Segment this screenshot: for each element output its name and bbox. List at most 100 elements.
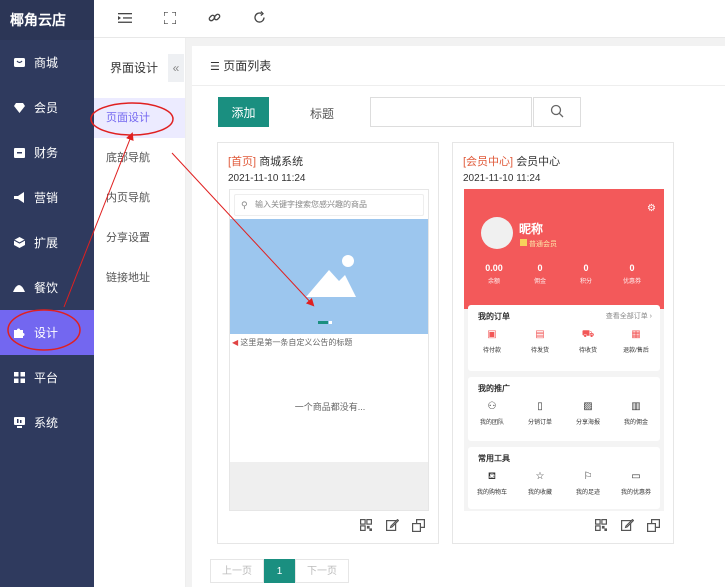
- page-tag: [首页]: [228, 156, 257, 168]
- card-actions: [453, 518, 673, 535]
- link-icon[interactable]: [205, 10, 223, 28]
- promo-orders: ▯ 分销订单: [516, 400, 564, 426]
- page-date: 2021-11-10 11:24: [228, 173, 306, 184]
- nav-label: 会员: [34, 101, 59, 115]
- subnav-collapse-button[interactable]: «: [168, 54, 184, 82]
- tool-favorites: ☆ 我的收藏: [516, 470, 564, 496]
- truck-icon: ⛟: [581, 329, 595, 340]
- subnav-item-inner-nav[interactable]: 内页导航: [94, 178, 185, 218]
- prev-page-button[interactable]: 上一页: [210, 559, 264, 583]
- poster-icon: ▨: [583, 401, 593, 412]
- nav-label: 系统: [34, 416, 59, 430]
- cube-icon: [13, 237, 25, 249]
- nav-item-member[interactable]: 会员: [0, 85, 94, 130]
- gear-icon: ⚙: [647, 203, 656, 214]
- notice-text: 这里是第一条自定义公告的标题: [240, 338, 353, 347]
- stat-commission: 0 佣金: [533, 263, 546, 285]
- top-bar: [94, 0, 725, 38]
- banner-image-placeholder: [230, 219, 428, 334]
- order-unpaid: ▣ 待付款: [468, 328, 516, 354]
- nav-label: 设计: [34, 326, 59, 340]
- promo-team: ⚇ 我的团队: [468, 400, 516, 426]
- ticket-icon: ▭: [631, 471, 641, 482]
- order-unshipped: ▤ 待发货: [516, 328, 564, 354]
- subnav-item-bottom-nav[interactable]: 底部导航: [94, 138, 185, 178]
- empty-goods-text: 一个商品都没有...: [294, 402, 366, 412]
- main-sidebar: 椰角云店 商城 会员 财务 营销 扩展 餐饮 设计 平台 系统: [0, 0, 94, 587]
- subnav-item-link-address[interactable]: 链接地址: [94, 258, 185, 298]
- qrcode-icon[interactable]: [358, 519, 374, 535]
- tools-title: 常用工具: [478, 454, 510, 463]
- speaker-icon: ◀: [232, 338, 239, 347]
- subnav-item-page-design[interactable]: 页面设计: [94, 98, 185, 138]
- design-subnav: 界面设计 页面设计 底部导航 内页导航 分享设置 链接地址: [94, 38, 186, 587]
- vip-badge-icon: [520, 239, 527, 246]
- home-preview: ⚲ 输入关键字搜索您感兴趣的商品 ◀ 这里是第一条自定义公告的标题 一个商品都没…: [229, 189, 429, 511]
- copy-icon[interactable]: [645, 519, 661, 535]
- fullscreen-icon[interactable]: [161, 10, 179, 28]
- orders-block: 我的订单 查看全部订单 › ▣ 待付款 ▤ 待发货 ⛟ 待收货 ▦ 退款/售后: [468, 305, 660, 371]
- preview-search-bar: ⚲ 输入关键字搜索您感兴趣的商品: [234, 194, 424, 216]
- page-card-member-center: [会员中心] 会员中心 2021-11-10 11:24 ⚙ 昵称 普通会员 0…: [452, 142, 674, 544]
- page-list-header: ☰ 页面列表: [192, 46, 725, 86]
- tool-coupons: ▭ 我的优惠券: [612, 470, 660, 496]
- tool-cart: ⛾ 我的购物车: [468, 470, 516, 496]
- tools-block: 常用工具 ⛾ 我的购物车 ☆ 我的收藏 ⚐ 我的足迹 ▭ 我的优惠券: [468, 447, 660, 509]
- pagination: 上一页 1 下一页: [210, 559, 349, 583]
- nav-item-platform[interactable]: 平台: [0, 355, 94, 400]
- nav-label: 商城: [34, 56, 59, 70]
- card-actions: [218, 518, 438, 535]
- promo-poster: ▨ 分享海报: [564, 400, 612, 426]
- nav-item-extension[interactable]: 扩展: [0, 220, 94, 265]
- nav-item-mall[interactable]: 商城: [0, 40, 94, 85]
- nav-label: 营销: [34, 191, 59, 205]
- promo-commission: ▥ 我的佣金: [612, 400, 660, 426]
- nav-item-marketing[interactable]: 营销: [0, 175, 94, 220]
- search-button[interactable]: [533, 97, 581, 127]
- nav-label: 财务: [34, 146, 59, 160]
- nav-item-finance[interactable]: 财务: [0, 130, 94, 175]
- subnav-item-share-settings[interactable]: 分享设置: [94, 218, 185, 258]
- copy-icon[interactable]: [410, 519, 426, 535]
- page-card-home: [首页] 商城系统 2021-11-10 11:24 ⚲ 输入关键字搜索您感兴趣…: [217, 142, 439, 544]
- nav-item-design[interactable]: 设计: [0, 310, 94, 355]
- nav-item-system[interactable]: 系统: [0, 400, 94, 445]
- promotion-block: 我的推广 ⚇ 我的团队 ▯ 分销订单 ▨ 分享海报 ▥ 我的佣金: [468, 377, 660, 441]
- preview-footer: [230, 462, 428, 510]
- mall-icon: [13, 57, 25, 69]
- add-button[interactable]: 添加: [218, 97, 269, 127]
- flag-icon: ⚐: [583, 471, 593, 482]
- box-icon: ▤: [535, 329, 545, 340]
- clipboard-icon: ▯: [537, 401, 543, 412]
- stat-balance: 0.00 余额: [485, 263, 503, 285]
- nav-item-food[interactable]: 餐饮: [0, 265, 94, 310]
- menu-toggle-icon[interactable]: [116, 10, 134, 28]
- avatar: [481, 217, 513, 249]
- page-1-button[interactable]: 1: [264, 559, 295, 583]
- cart-icon: ⛾: [487, 471, 497, 482]
- order-shipping: ⛟ 待收货: [564, 328, 612, 354]
- page-name: 会员中心: [516, 156, 561, 168]
- next-page-button[interactable]: 下一页: [295, 559, 349, 583]
- search-icon: ⚲: [241, 200, 248, 210]
- wallet-icon: [13, 147, 25, 159]
- page-tag: [会员中心]: [463, 156, 514, 168]
- title-input[interactable]: [370, 97, 532, 127]
- notice-bar: ◀ 这里是第一条自定义公告的标题: [232, 337, 352, 348]
- order-refund: ▦ 退款/售后: [612, 328, 660, 354]
- title-label: 标题: [310, 107, 335, 121]
- page-name: 商城系统: [259, 156, 304, 168]
- qrcode-icon[interactable]: [593, 519, 609, 535]
- main-panel: ☰ 页面列表 添加 标题 [首页] 商城系统 2021-11-10 11:24 …: [192, 46, 725, 587]
- page-title: 页面列表: [223, 59, 272, 73]
- megaphone-icon: [13, 192, 25, 204]
- search-icon: [550, 104, 564, 121]
- all-orders-link: 查看全部订单 ›: [605, 313, 652, 320]
- edit-icon[interactable]: [384, 518, 400, 535]
- food-icon: [13, 282, 25, 294]
- edit-icon[interactable]: [619, 518, 635, 535]
- tool-footprint: ⚐ 我的足迹: [564, 470, 612, 496]
- refresh-icon[interactable]: [250, 10, 268, 28]
- member-header: ⚙ 昵称 普通会员 0.00 余额 0 佣金 0 积分 0 优惠券: [464, 189, 664, 309]
- nav-label: 扩展: [34, 236, 59, 250]
